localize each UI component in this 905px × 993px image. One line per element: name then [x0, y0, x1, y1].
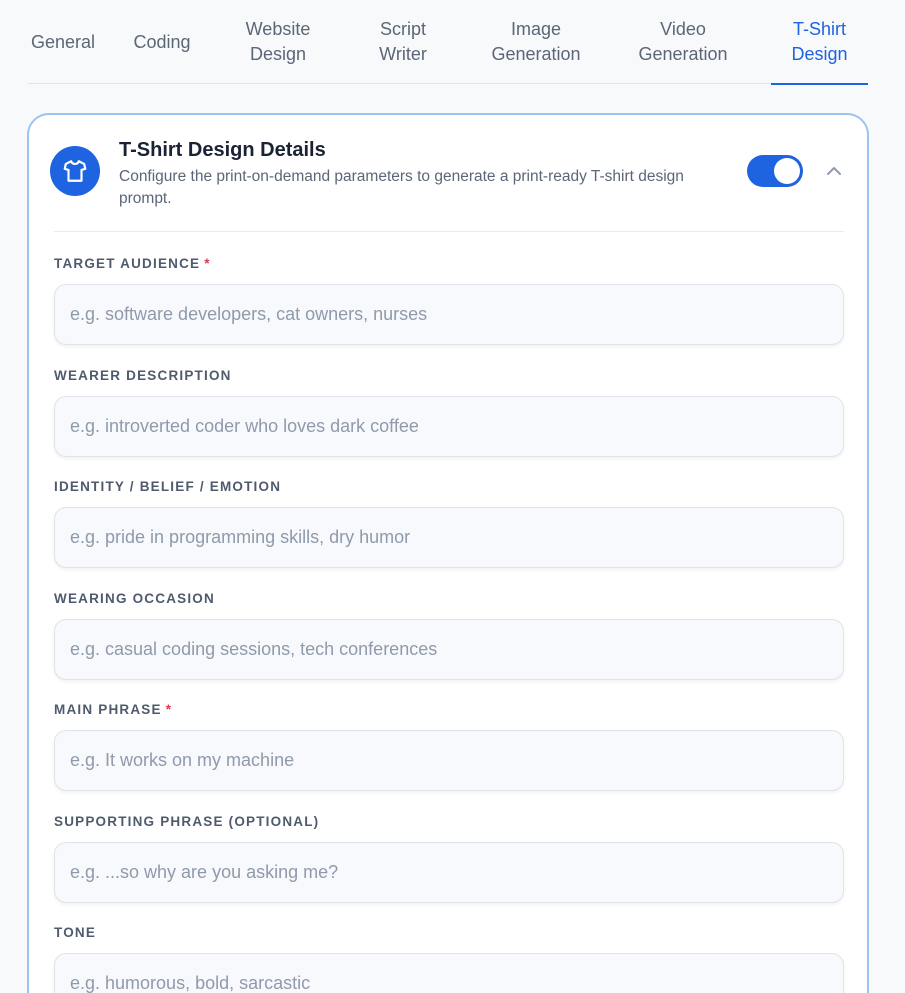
target-audience-input[interactable] — [54, 284, 844, 345]
card-title: T-Shirt Design Details — [119, 139, 326, 161]
tshirt-design-card: T-Shirt Design Details Configure the pri… — [27, 113, 869, 993]
tone-input[interactable] — [54, 953, 844, 993]
tab-website-design[interactable]: Website Design — [233, 0, 323, 84]
wearer-description-label: WEARER DESCRIPTION — [54, 368, 232, 383]
tab-bar: General Coding Website Design Script Wri… — [28, 0, 868, 85]
identity-belief-emotion-input[interactable] — [54, 507, 844, 568]
required-mark: * — [165, 702, 173, 717]
wearing-occasion-label: WEARING OCCASION — [54, 591, 215, 606]
label-text: TARGET AUDIENCE — [54, 256, 201, 271]
required-mark: * — [204, 256, 211, 271]
tab-label: Image Generation — [491, 19, 581, 64]
main-phrase-label: MAIN PHRASE * — [54, 702, 172, 717]
tab-label: T-Shirt Design — [791, 19, 848, 64]
chevron-up-icon[interactable] — [824, 161, 844, 181]
tab-coding[interactable]: Coding — [124, 0, 200, 84]
supporting-phrase-input[interactable] — [54, 842, 844, 903]
tab-image-generation[interactable]: Image Generation — [483, 0, 589, 84]
label-text: MAIN PHRASE — [54, 702, 162, 717]
label-text: TONE — [54, 925, 97, 940]
tone-label: TONE — [54, 925, 96, 940]
target-audience-label: TARGET AUDIENCE * — [54, 256, 211, 271]
identity-belief-emotion-label: IDENTITY / BELIEF / EMOTION — [54, 479, 281, 494]
card-divider — [54, 231, 844, 232]
tab-label: Script Writer — [379, 19, 427, 64]
label-text: WEARING OCCASION — [54, 591, 215, 606]
supporting-phrase-label: SUPPORTING PHRASE (OPTIONAL) — [54, 814, 319, 829]
wearer-description-input[interactable] — [54, 396, 844, 457]
main-phrase-input[interactable] — [54, 730, 844, 791]
tab-label: Coding — [133, 31, 191, 52]
tab-label: General — [30, 31, 96, 52]
tab-label: Website Design — [245, 19, 311, 64]
label-text: IDENTITY / BELIEF / EMOTION — [54, 479, 282, 494]
enable-toggle[interactable] — [747, 155, 803, 187]
tab-label: Video Generation — [638, 19, 728, 64]
tab-general[interactable]: General — [28, 0, 98, 84]
tshirt-icon — [50, 146, 100, 196]
tab-video-generation[interactable]: Video Generation — [628, 0, 738, 84]
page: General Coding Website Design Script Wri… — [0, 0, 905, 993]
label-text: WEARER DESCRIPTION — [54, 368, 232, 383]
tab-tshirt-design[interactable]: T-Shirt Design — [771, 0, 868, 85]
card-description: Configure the print-on-demand parameters… — [119, 168, 684, 207]
label-text: SUPPORTING PHRASE (OPTIONAL) — [54, 814, 320, 829]
wearing-occasion-input[interactable] — [54, 619, 844, 680]
tab-script-writer[interactable]: Script Writer — [363, 0, 443, 84]
toggle-knob — [774, 158, 800, 184]
